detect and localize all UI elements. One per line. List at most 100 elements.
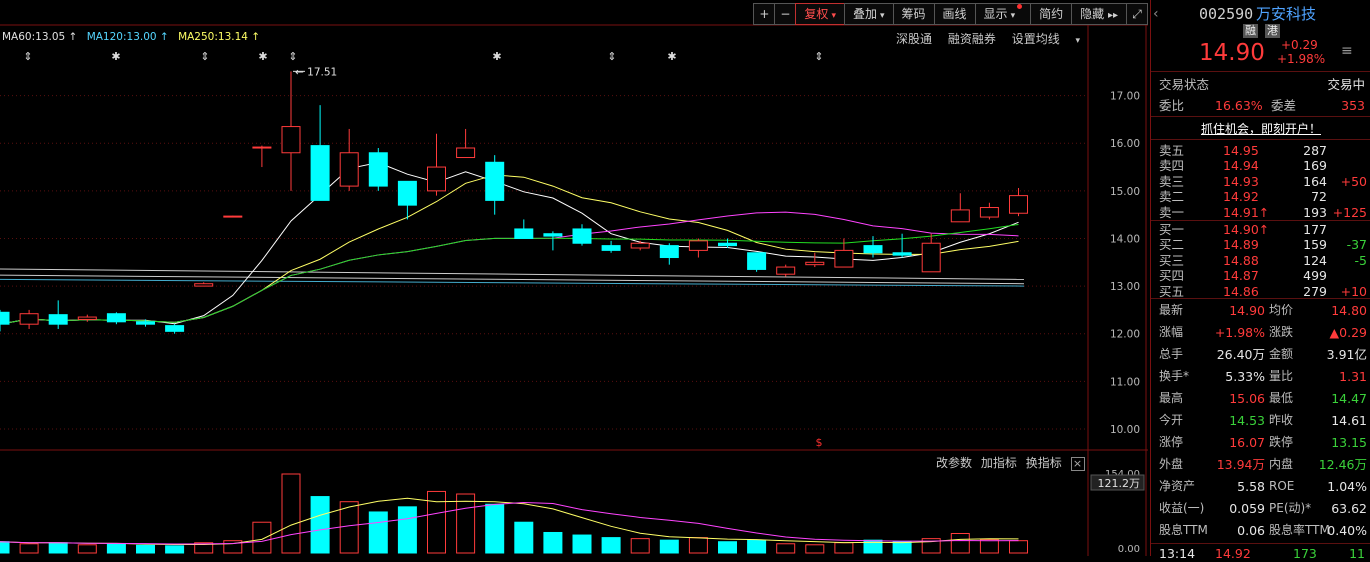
candle-body <box>339 152 359 187</box>
tick-count: 11 <box>1349 546 1365 561</box>
fullscreen-icon[interactable]: ⤢ <box>1126 3 1148 25</box>
divider <box>1151 139 1370 140</box>
xianshi-button[interactable]: 显示 ▾ <box>974 3 1032 25</box>
stat-value: 5.33% <box>1225 369 1265 384</box>
yincang-button[interactable]: 隐藏 ▸▸ <box>1071 3 1127 25</box>
candle-body <box>427 166 446 192</box>
ask-row[interactable]: 卖一 14.91↑ 193 +125 <box>1151 204 1370 221</box>
event-marker[interactable]: ⇕ <box>288 50 297 63</box>
stat-label: 最新 <box>1159 303 1184 317</box>
ma-long-line <box>0 268 1025 280</box>
stat-value: 13.94万 <box>1216 457 1265 472</box>
fuquan-button[interactable]: 复权 ▾ <box>795 3 845 25</box>
volume-bar <box>718 541 737 554</box>
link-rongzirongquan[interactable]: 融资融券 <box>948 32 996 46</box>
event-marker[interactable]: ⇕ <box>23 50 32 63</box>
stat-label: 收益(一) <box>1159 501 1205 515</box>
stat-value: 12.46万 <box>1318 457 1367 472</box>
stat-row: 收益(一) 0.059 PE(动)* 63.62 <box>1151 500 1370 517</box>
stat-row: 总手 26.40万 金额 3.91亿 <box>1151 346 1370 363</box>
badge-rong: 融 <box>1243 24 1258 38</box>
candle-body <box>397 180 417 206</box>
stat-value: 13.15 <box>1331 435 1367 450</box>
divider <box>1151 543 1370 544</box>
ask-volume: 193 <box>1303 204 1327 220</box>
hamburger-icon[interactable]: ≡ <box>1341 43 1353 60</box>
event-marker[interactable]: ⇕ <box>200 50 209 63</box>
candle-body <box>718 242 737 247</box>
candle-body <box>106 313 126 323</box>
stat-value: 26.40万 <box>1216 347 1265 362</box>
chouma-button[interactable]: 筹码 <box>892 3 935 25</box>
ma250-label: MA250:13.14 ↑ <box>178 31 261 43</box>
volume-bar <box>601 537 621 554</box>
link-set-ma[interactable]: 设置均线 ▾ <box>1012 32 1092 46</box>
ma120-label: MA120:13.00 ↑ <box>86 31 169 43</box>
stat-value: 0.059 <box>1229 501 1265 516</box>
candle-body <box>543 233 563 237</box>
stat-label: 换手* <box>1159 369 1190 383</box>
stat-value: ▲0.29 <box>1329 325 1367 340</box>
stat-value: 14.90 <box>1229 303 1265 318</box>
chevron-left-icon[interactable]: ‹ <box>1153 4 1159 24</box>
zoom-out-button[interactable]: − <box>774 3 797 25</box>
tick-price: 14.92 <box>1215 546 1251 561</box>
kline-chart[interactable]: 17.00 16.00 15.00 14.00 13.00 12.00 11.00 10.00… <box>0 0 1148 556</box>
event-marker[interactable]: ✱ <box>111 50 120 63</box>
price-block: 14.90 +0.29 +1.98% ≡ <box>1151 38 1370 68</box>
volume-bar <box>892 541 912 554</box>
candle-body <box>0 311 10 325</box>
jianyue-button[interactable]: 简约 <box>1030 3 1073 25</box>
stat-label: 最低 <box>1269 391 1294 405</box>
link-add-indicator[interactable]: 加指标 <box>981 456 1017 470</box>
stat-value: 15.06 <box>1229 391 1265 406</box>
volume-bar <box>19 543 39 554</box>
price-change: +0.29 <box>1281 38 1318 52</box>
candle-body <box>165 325 185 332</box>
current-price: 14.90 <box>1199 40 1265 66</box>
stat-label: 净资产 <box>1159 479 1196 493</box>
stat-label: ROE <box>1269 479 1295 493</box>
event-marker[interactable]: ⇕ <box>814 50 823 63</box>
candle-body <box>572 228 592 244</box>
stat-value: 0.06 <box>1237 523 1265 538</box>
volume-bar <box>1009 540 1028 554</box>
open-account-link[interactable]: 抓住机会，即刻开户！ <box>1201 122 1321 136</box>
link-change-params[interactable]: 改参数 <box>936 456 972 470</box>
stock-name[interactable]: 万安科技 <box>1256 4 1316 24</box>
stat-value: +1.98% <box>1214 325 1265 340</box>
volume-bar <box>252 521 272 554</box>
diejia-button[interactable]: 叠加 ▾ <box>843 3 894 25</box>
price-tick-label: 14.00 <box>1110 233 1140 245</box>
price-tick-label: 10.00 <box>1110 424 1140 436</box>
volume-bar <box>106 543 126 554</box>
huaxian-button[interactable]: 画线 <box>933 3 976 25</box>
tick-volume: 173 <box>1293 546 1317 561</box>
stat-label: 最高 <box>1159 391 1184 405</box>
double-arrow-right-icon: ▸▸ <box>1107 10 1118 21</box>
link-switch-indicator[interactable]: 换指标 <box>1026 456 1062 470</box>
volume-bar <box>688 537 708 554</box>
stat-value: 0.40% <box>1327 523 1367 538</box>
weibi-value: 16.63% <box>1215 98 1263 113</box>
volume-bar <box>630 538 650 554</box>
volume-bar <box>48 542 68 554</box>
price-change-pct: +1.98% <box>1277 52 1326 66</box>
kline-chart-area[interactable]: 17.00 16.00 15.00 14.00 13.00 12.00 11.00 10.00… <box>0 0 1148 556</box>
event-marker[interactable]: ✱ <box>492 50 501 63</box>
event-marker[interactable]: ✱ <box>667 50 676 63</box>
volume-ma10-line <box>0 502 1019 545</box>
event-marker[interactable]: ✱ <box>258 50 267 63</box>
dividend-marker[interactable]: $ <box>816 436 823 449</box>
stat-value: 3.91亿 <box>1326 347 1367 362</box>
volume-bar <box>339 501 359 554</box>
close-icon[interactable]: × <box>1070 457 1085 471</box>
zoom-in-button[interactable]: + <box>753 3 776 25</box>
status-value: 交易中 <box>1327 77 1365 92</box>
candle-body <box>48 314 68 325</box>
caret-down-icon: ▾ <box>1010 11 1016 21</box>
stat-value: 63.62 <box>1331 501 1367 516</box>
weibi-label: 委比 <box>1159 98 1185 113</box>
event-marker[interactable]: ⇕ <box>607 50 616 63</box>
link-shengutong[interactable]: 深股通 <box>896 32 932 46</box>
